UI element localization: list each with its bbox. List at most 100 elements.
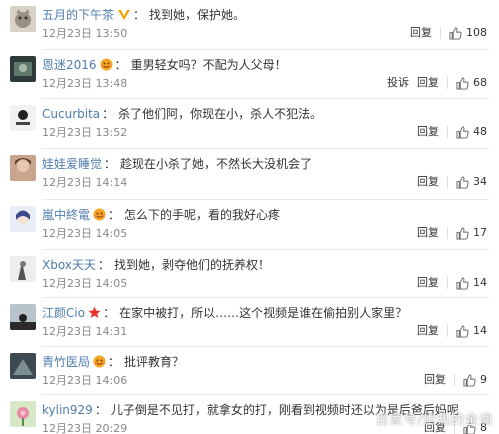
like-count: 14 bbox=[473, 324, 487, 337]
like-count: 17 bbox=[473, 226, 487, 239]
colon-separator: ： bbox=[108, 355, 121, 369]
like-button[interactable]: 34 bbox=[456, 175, 487, 189]
comment-text: 批评教育？ bbox=[124, 355, 185, 369]
username-link[interactable]: Xbox天天 bbox=[42, 258, 96, 272]
comment-time: 12月23日 14:05 bbox=[42, 277, 128, 290]
username-link[interactable]: 五月的下午茶 bbox=[42, 8, 114, 22]
colon-separator: ： bbox=[104, 157, 117, 171]
comment-actions: 回复 34 bbox=[409, 175, 487, 189]
comment-text: 趁现在小杀了她，不然长大没机会了 bbox=[120, 157, 313, 171]
comment-actions: 回复 14 bbox=[409, 324, 487, 338]
reply-button[interactable]: 回复 bbox=[417, 125, 439, 139]
like-button[interactable]: 14 bbox=[456, 324, 487, 338]
avatar[interactable] bbox=[10, 155, 36, 181]
comment-text: 找到她，保护她。 bbox=[149, 8, 246, 22]
member-face-icon bbox=[93, 208, 106, 226]
username-link[interactable]: 青竹医局 bbox=[42, 355, 90, 369]
colon-separator: ： bbox=[102, 107, 115, 121]
comment-actions: 回复 48 bbox=[409, 125, 487, 139]
reply-button[interactable]: 回复 bbox=[417, 324, 439, 338]
like-button[interactable]: 17 bbox=[456, 226, 487, 240]
like-count: 14 bbox=[473, 276, 487, 289]
colon-separator: ： bbox=[94, 403, 107, 417]
comment-text: 杀了他们阿，你现在小，杀人不犯法。 bbox=[118, 107, 323, 121]
comment-divider bbox=[42, 346, 489, 347]
comment-actions: 回复 14 bbox=[409, 276, 487, 290]
avatar[interactable] bbox=[10, 304, 36, 330]
comment-actions: 回复 9 bbox=[416, 373, 487, 387]
comment-line: 娃娃爱睡觉：趁现在小杀了她，不然长大没机会了 bbox=[42, 155, 312, 173]
comment-time: 12月23日 20:29 bbox=[42, 422, 128, 434]
colon-separator: ： bbox=[108, 208, 121, 222]
action-divider bbox=[447, 77, 448, 89]
thumbs-up-icon bbox=[456, 226, 473, 240]
action-divider bbox=[440, 27, 441, 39]
thumbs-up-icon bbox=[456, 175, 473, 189]
reply-button[interactable]: 回复 bbox=[417, 76, 439, 90]
colon-separator: ： bbox=[103, 306, 116, 320]
colon-separator: ： bbox=[133, 8, 146, 22]
reply-button[interactable]: 回复 bbox=[424, 373, 446, 387]
username-link[interactable]: kylin929 bbox=[42, 403, 93, 417]
username-link[interactable]: 江颜Cio bbox=[42, 306, 85, 320]
avatar[interactable] bbox=[10, 401, 36, 427]
star-badge-icon bbox=[88, 306, 101, 324]
username-link[interactable]: 嵐中終電 bbox=[42, 208, 90, 222]
comment-divider bbox=[42, 98, 489, 99]
reply-button[interactable]: 回复 bbox=[410, 26, 432, 40]
comment-divider bbox=[42, 199, 489, 200]
member-face-icon bbox=[100, 58, 113, 76]
colon-separator: ： bbox=[97, 258, 110, 272]
comment-time: 12月23日 13:48 bbox=[42, 77, 128, 90]
action-divider bbox=[447, 325, 448, 337]
like-button[interactable]: 9 bbox=[463, 373, 487, 387]
thumbs-up-icon bbox=[456, 125, 473, 139]
comment-time: 12月23日 14:14 bbox=[42, 176, 128, 189]
comment-divider bbox=[42, 394, 489, 395]
thumbs-up-icon bbox=[456, 76, 473, 90]
thumbs-up-icon bbox=[456, 276, 473, 290]
comment-actions: 回复 108 bbox=[402, 26, 487, 40]
colon-separator: ： bbox=[114, 58, 127, 72]
comment-actions: 投诉 回复 68 bbox=[379, 76, 487, 90]
avatar[interactable] bbox=[10, 206, 36, 232]
avatar[interactable] bbox=[10, 256, 36, 282]
comment-time: 12月23日 13:50 bbox=[42, 27, 128, 40]
comment-line: Cucurbita：杀了他们阿，你现在小，杀人不犯法。 bbox=[42, 105, 322, 123]
verified-v-icon bbox=[117, 8, 131, 26]
comment-time: 12月23日 14:06 bbox=[42, 374, 128, 387]
like-count: 9 bbox=[480, 373, 487, 386]
comment-divider bbox=[42, 297, 489, 298]
avatar[interactable] bbox=[10, 56, 36, 82]
like-button[interactable]: 68 bbox=[456, 76, 487, 90]
action-divider bbox=[447, 126, 448, 138]
report-button[interactable]: 投诉 bbox=[387, 76, 409, 90]
comment-line: 五月的下午茶 ：找到她，保护她。 bbox=[42, 6, 245, 26]
like-button[interactable]: 48 bbox=[456, 125, 487, 139]
reply-button[interactable]: 回复 bbox=[417, 276, 439, 290]
username-link[interactable]: 恩迷2016 bbox=[42, 58, 97, 72]
username-link[interactable]: 娃娃爱睡觉 bbox=[42, 157, 102, 171]
thumbs-up-icon bbox=[463, 373, 480, 387]
action-divider bbox=[447, 227, 448, 239]
like-count: 68 bbox=[473, 76, 487, 89]
avatar[interactable] bbox=[10, 353, 36, 379]
comment-time: 12月23日 14:31 bbox=[42, 325, 128, 338]
like-button[interactable]: 108 bbox=[449, 26, 487, 40]
reply-button[interactable]: 回复 bbox=[417, 175, 439, 189]
comment-line: Xbox天天：找到她，剥夺他们的抚养权！ bbox=[42, 256, 270, 274]
like-count: 34 bbox=[473, 175, 487, 188]
comment-divider bbox=[42, 148, 489, 149]
comment-line: 青竹医局 ：批评教育？ bbox=[42, 353, 184, 373]
comment-line: 江颜Cio ：在家中被打，所以……这个视频是谁在偷拍别人家里？ bbox=[42, 304, 407, 324]
username-link[interactable]: Cucurbita bbox=[42, 107, 100, 121]
avatar[interactable] bbox=[10, 6, 36, 32]
thumbs-up-icon bbox=[449, 26, 466, 40]
comment-divider bbox=[42, 249, 489, 250]
avatar[interactable] bbox=[10, 105, 36, 131]
like-button[interactable]: 14 bbox=[456, 276, 487, 290]
like-count: 48 bbox=[473, 125, 487, 138]
thumbs-up-icon bbox=[456, 324, 473, 338]
reply-button[interactable]: 回复 bbox=[417, 226, 439, 240]
comment-time: 12月23日 13:52 bbox=[42, 126, 128, 139]
